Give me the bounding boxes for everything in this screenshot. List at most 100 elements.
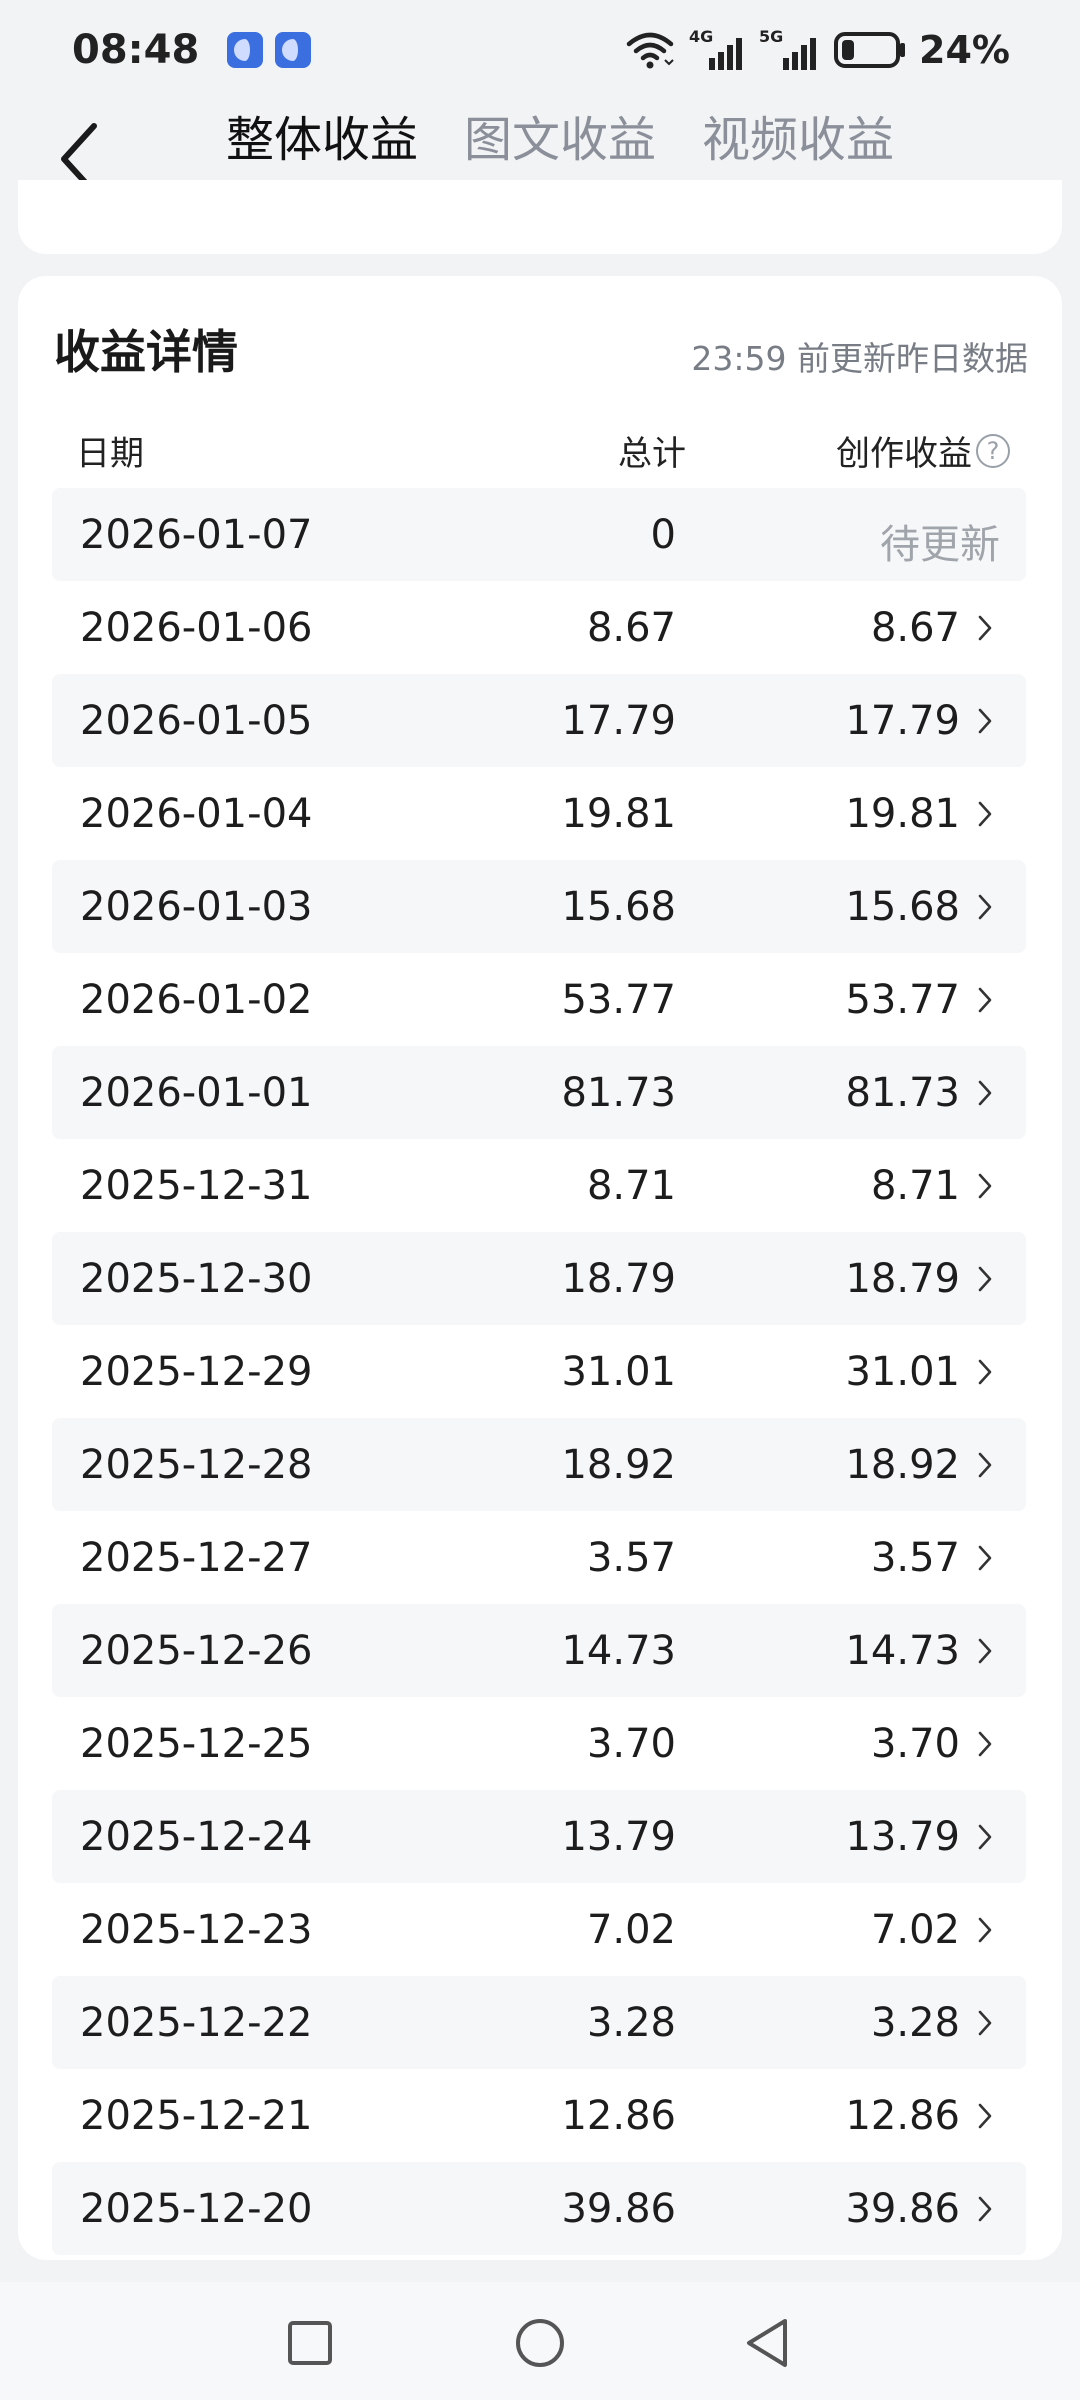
table-row[interactable]: 2026-01-01 81.73 81.73 bbox=[52, 1046, 1026, 1139]
row-date: 2025-12-31 bbox=[80, 1163, 313, 1209]
battery-level-fill bbox=[842, 40, 855, 60]
row-date: 2025-12-25 bbox=[80, 1721, 313, 1767]
system-back-button[interactable] bbox=[733, 2308, 803, 2378]
status-right: 4G 5G 24% bbox=[611, 28, 1010, 72]
table-row[interactable]: 2026-01-04 19.81 19.81 bbox=[52, 767, 1026, 860]
chevron-right-icon bbox=[978, 1452, 992, 1478]
row-total: 39.86 bbox=[561, 2186, 676, 2232]
chevron-right-icon bbox=[978, 2103, 992, 2129]
row-creator-earnings: 3.70 bbox=[870, 1721, 960, 1767]
table-row[interactable]: 2025-12-30 18.79 18.79 bbox=[52, 1232, 1026, 1325]
table-row[interactable]: 2026-01-03 15.68 15.68 bbox=[52, 860, 1026, 953]
row-date: 2025-12-26 bbox=[80, 1628, 313, 1674]
table-row[interactable]: 2025-12-20 39.86 39.86 bbox=[52, 2162, 1026, 2255]
table-row[interactable]: 2025-12-29 31.01 31.01 bbox=[52, 1325, 1026, 1418]
row-date: 2025-12-23 bbox=[80, 1907, 313, 1953]
row-date: 2025-12-29 bbox=[80, 1349, 313, 1395]
tab-overall-earnings[interactable]: 整体收益 bbox=[226, 100, 418, 170]
row-creator-earnings: 17.79 bbox=[845, 698, 960, 744]
status-time: 08:48 bbox=[72, 27, 200, 73]
row-total: 14.73 bbox=[561, 1628, 676, 1674]
tab-bar: 整体收益 图文收益 视频收益 bbox=[226, 100, 940, 170]
cellular-signal-icon: 4G bbox=[689, 28, 743, 70]
row-date: 2025-12-28 bbox=[80, 1442, 313, 1488]
app-notification-icon bbox=[227, 32, 264, 68]
app-notification-icon bbox=[275, 32, 312, 68]
table-row[interactable]: 2025-12-24 13.79 13.79 bbox=[52, 1790, 1026, 1883]
row-total: 3.57 bbox=[586, 1535, 676, 1581]
table-row[interactable]: 2025-12-23 7.02 7.02 bbox=[52, 1883, 1026, 1976]
row-creator-earnings: 15.68 bbox=[845, 884, 960, 930]
row-creator-earnings: 8.71 bbox=[870, 1163, 960, 1209]
chevron-right-icon bbox=[978, 1824, 992, 1850]
chevron-right-icon bbox=[978, 1266, 992, 1292]
tab-video-earnings[interactable]: 视频收益 bbox=[702, 100, 894, 170]
row-date: 2025-12-22 bbox=[80, 2000, 313, 2046]
recent-apps-button[interactable] bbox=[275, 2308, 345, 2378]
chevron-right-icon bbox=[978, 2010, 992, 2036]
chevron-right-icon bbox=[978, 708, 992, 734]
row-creator-earnings: 待更新 bbox=[880, 522, 1000, 568]
row-total: 15.68 bbox=[561, 884, 676, 930]
card-title: 收益详情 bbox=[54, 325, 238, 379]
row-total: 3.70 bbox=[586, 1721, 676, 1767]
system-nav-bar bbox=[0, 2282, 1080, 2400]
row-date: 2026-01-07 bbox=[80, 512, 313, 558]
row-creator-earnings: 12.86 bbox=[845, 2093, 960, 2139]
circle-icon bbox=[516, 2319, 564, 2367]
row-total: 81.73 bbox=[561, 1070, 676, 1116]
row-total: 13.79 bbox=[561, 1814, 676, 1860]
row-creator-earnings: 53.77 bbox=[845, 977, 960, 1023]
row-total: 3.28 bbox=[586, 2000, 676, 2046]
table-row[interactable]: 2025-12-27 3.57 3.57 bbox=[52, 1511, 1026, 1604]
row-total: 31.01 bbox=[561, 1349, 676, 1395]
chevron-right-icon bbox=[978, 801, 992, 827]
chevron-right-icon bbox=[978, 1731, 992, 1757]
row-creator-earnings: 14.73 bbox=[845, 1628, 960, 1674]
tab-article-earnings[interactable]: 图文收益 bbox=[464, 100, 656, 170]
row-date: 2025-12-24 bbox=[80, 1814, 313, 1860]
table-row[interactable]: 2025-12-28 18.92 18.92 bbox=[52, 1418, 1026, 1511]
row-total: 53.77 bbox=[561, 977, 676, 1023]
table-row[interactable]: 2026-01-06 8.67 8.67 bbox=[52, 581, 1026, 674]
table-row[interactable]: 2025-12-25 3.70 3.70 bbox=[52, 1697, 1026, 1790]
row-creator-earnings: 39.86 bbox=[845, 2186, 960, 2232]
table-row[interactable]: 2026-01-05 17.79 17.79 bbox=[52, 674, 1026, 767]
chevron-right-icon bbox=[978, 615, 992, 641]
table-row[interactable]: 2025-12-22 3.28 3.28 bbox=[52, 1976, 1026, 2069]
row-date: 2026-01-06 bbox=[80, 605, 313, 651]
column-header-date: 日期 bbox=[76, 434, 144, 474]
row-date: 2026-01-02 bbox=[80, 977, 313, 1023]
question-circle-icon[interactable]: ? bbox=[976, 433, 1010, 468]
row-date: 2026-01-01 bbox=[80, 1070, 313, 1116]
row-date: 2026-01-04 bbox=[80, 791, 313, 837]
row-creator-earnings: 8.67 bbox=[870, 605, 960, 651]
row-creator-earnings: 3.28 bbox=[870, 2000, 960, 2046]
chevron-right-icon bbox=[978, 987, 992, 1013]
row-creator-earnings: 31.01 bbox=[845, 1349, 960, 1395]
column-header-creator-earnings: 创作收益 ? bbox=[836, 426, 1010, 475]
earnings-table: 2026-01-07 0 待更新 2026-01-06 8.67 8.67 20… bbox=[52, 488, 1026, 2255]
row-date: 2026-01-05 bbox=[80, 698, 313, 744]
square-icon bbox=[288, 2321, 332, 2365]
table-row: 2026-01-07 0 待更新 bbox=[52, 488, 1026, 581]
update-note: 23:59 前更新昨日数据 bbox=[691, 339, 1028, 378]
table-row[interactable]: 2025-12-31 8.71 8.71 bbox=[52, 1139, 1026, 1232]
row-date: 2025-12-21 bbox=[80, 2093, 313, 2139]
row-date: 2025-12-30 bbox=[80, 1256, 313, 1302]
home-button[interactable] bbox=[505, 2308, 575, 2378]
chevron-right-icon bbox=[978, 1359, 992, 1385]
chevron-right-icon bbox=[978, 1917, 992, 1943]
row-total: 7.02 bbox=[586, 1907, 676, 1953]
status-bar: 08:48 4G 5G 24% bbox=[0, 0, 1080, 100]
table-row[interactable]: 2025-12-21 12.86 12.86 bbox=[52, 2069, 1026, 2162]
triangle-back-icon bbox=[747, 2319, 787, 2367]
battery-percent: 24% bbox=[919, 28, 1010, 72]
row-creator-earnings: 81.73 bbox=[845, 1070, 960, 1116]
row-creator-earnings: 18.92 bbox=[845, 1442, 960, 1488]
table-row[interactable]: 2026-01-02 53.77 53.77 bbox=[52, 953, 1026, 1046]
row-creator-earnings: 19.81 bbox=[845, 791, 960, 837]
table-row[interactable]: 2025-12-26 14.73 14.73 bbox=[52, 1604, 1026, 1697]
row-total: 17.79 bbox=[561, 698, 676, 744]
row-creator-earnings: 13.79 bbox=[845, 1814, 960, 1860]
